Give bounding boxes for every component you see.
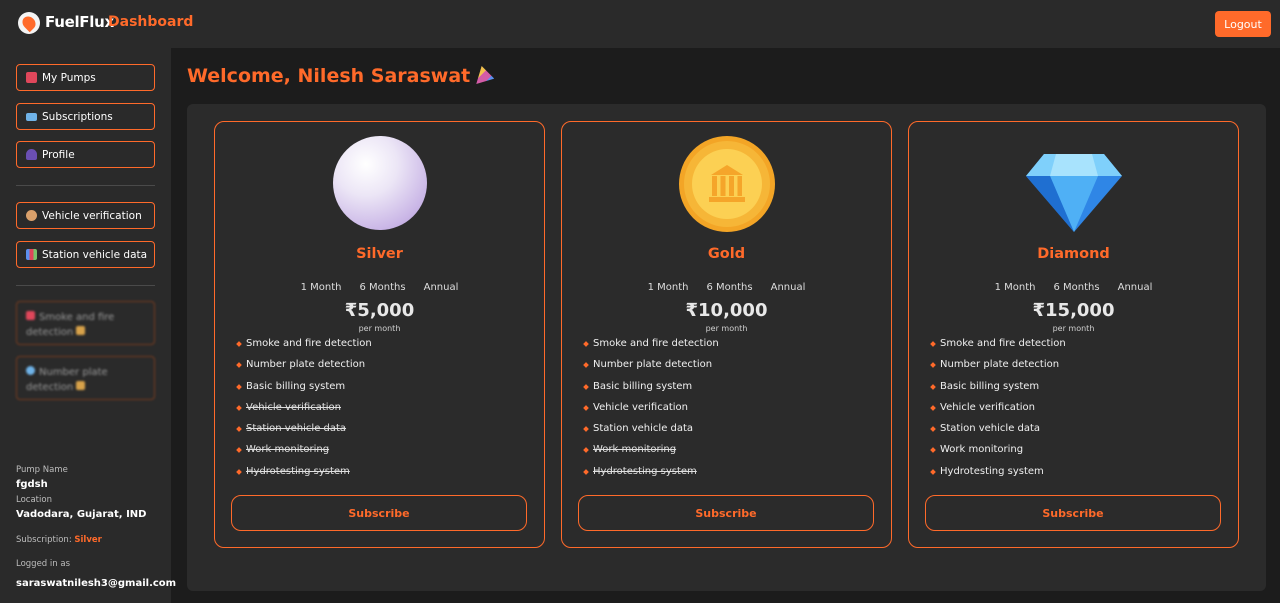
- plan-card-gold: Gold 1 Month 6 Months Annual ₹10,000 per…: [561, 121, 892, 548]
- location-label: Location: [16, 495, 52, 505]
- sidebar-item-vehicle-verification[interactable]: Vehicle verification: [16, 202, 155, 229]
- pearl-icon: [332, 136, 428, 232]
- period-1-month[interactable]: 1 Month: [995, 282, 1036, 293]
- period-annual[interactable]: Annual: [771, 282, 806, 293]
- diamond-icon: [1026, 136, 1122, 232]
- feature-item-excluded: Work monitoring: [584, 443, 719, 464]
- plan-card-diamond: Diamond 1 Month 6 Months Annual ₹15,000 …: [908, 121, 1239, 548]
- feature-item: Station vehicle data: [931, 422, 1066, 443]
- person-icon: [26, 149, 37, 160]
- price-period-label: per month: [358, 324, 401, 333]
- price-period-label: per month: [705, 324, 748, 333]
- logout-button[interactable]: Logout: [1215, 11, 1271, 37]
- sidebar-item-label: Number plate detection: [26, 367, 108, 393]
- feature-item: Vehicle verification: [931, 401, 1066, 422]
- period-annual[interactable]: Annual: [424, 282, 459, 293]
- plan-name: Gold: [707, 246, 746, 262]
- feature-item: Smoke and fire detection: [584, 337, 719, 358]
- feature-item: Basic billing system: [584, 380, 719, 401]
- top-bar: FuelFlux Dashboard Logout: [0, 0, 1280, 48]
- period-6-months[interactable]: 6 Months: [1054, 282, 1100, 293]
- period-1-month[interactable]: 1 Month: [648, 282, 689, 293]
- sidebar-item-smoke-fire-detection-locked[interactable]: Smoke and fire detection: [16, 301, 155, 345]
- feature-list: Smoke and fire detection Number plate de…: [237, 337, 372, 486]
- page-title: Welcome, Nilesh Saraswat: [187, 65, 495, 87]
- subscription-info: Subscription: Silver: [16, 535, 102, 545]
- feature-item-excluded: Station vehicle data: [237, 422, 372, 443]
- fuelflux-logo-icon: [18, 12, 40, 34]
- sidebar-item-station-vehicle-data[interactable]: Station vehicle data: [16, 241, 155, 268]
- location-value: Vadodara, Gujarat, IND: [16, 509, 147, 520]
- page-section-title: Dashboard: [108, 14, 194, 30]
- magnifier-icon: [26, 366, 35, 375]
- gold-coin-bank-icon: [679, 136, 775, 232]
- pump-name-label: Pump Name: [16, 465, 68, 475]
- billing-period-selector: 1 Month 6 Months Annual: [215, 282, 544, 293]
- period-6-months[interactable]: 6 Months: [360, 282, 406, 293]
- feature-item-excluded: Hydrotesting system: [237, 465, 372, 486]
- party-popper-icon: [476, 66, 495, 84]
- period-annual[interactable]: Annual: [1118, 282, 1153, 293]
- feature-item: Vehicle verification: [584, 401, 719, 422]
- subscribe-gold-button[interactable]: Subscribe: [578, 495, 874, 531]
- feature-item-excluded: Hydrotesting system: [584, 465, 719, 486]
- period-1-month[interactable]: 1 Month: [301, 282, 342, 293]
- brand-name: FuelFlux: [45, 13, 114, 31]
- user-email: saraswatnilesh3@gmail.com: [16, 578, 177, 589]
- plan-card-silver: Silver 1 Month 6 Months Annual ₹5,000 pe…: [214, 121, 545, 548]
- feature-item: Number plate detection: [584, 358, 719, 379]
- feature-item: Smoke and fire detection: [931, 337, 1066, 358]
- credit-card-icon: [26, 112, 37, 121]
- feature-item: Hydrotesting system: [931, 465, 1066, 486]
- feature-item: Number plate detection: [931, 358, 1066, 379]
- feature-item: Number plate detection: [237, 358, 372, 379]
- sidebar-item-label: Station vehicle data: [42, 248, 148, 261]
- sidebar-item-my-pumps[interactable]: My Pumps: [16, 64, 155, 91]
- plan-price: ₹5,000: [344, 300, 415, 321]
- sidebar-item-label: Subscriptions: [42, 110, 113, 123]
- period-6-months[interactable]: 6 Months: [707, 282, 753, 293]
- sidebar-item-label: Smoke and fire detection: [26, 312, 115, 338]
- subscribe-silver-button[interactable]: Subscribe: [231, 495, 527, 531]
- subscription-label: Subscription:: [16, 535, 72, 545]
- plan-price: ₹15,000: [1032, 300, 1115, 321]
- fuel-pump-icon: [26, 72, 37, 83]
- sidebar-item-label: My Pumps: [42, 71, 96, 84]
- plan-price: ₹10,000: [685, 300, 768, 321]
- plan-name: Silver: [356, 246, 403, 262]
- price-period-label: per month: [1052, 324, 1095, 333]
- sidebar-item-profile[interactable]: Profile: [16, 141, 155, 168]
- feature-item: Station vehicle data: [584, 422, 719, 443]
- feature-item-excluded: Vehicle verification: [237, 401, 372, 422]
- feature-item: Basic billing system: [237, 380, 372, 401]
- feature-item: Work monitoring: [931, 443, 1066, 464]
- sidebar-item-number-plate-detection-locked[interactable]: Number plate detection: [16, 356, 155, 400]
- pump-name-value: fgdsh: [16, 479, 48, 490]
- lock-icon: [76, 326, 86, 335]
- feature-list: Smoke and fire detection Number plate de…: [584, 337, 719, 486]
- logged-in-label: Logged in as: [16, 559, 70, 569]
- subscription-value: Silver: [74, 535, 102, 545]
- billing-period-selector: 1 Month 6 Months Annual: [562, 282, 891, 293]
- sidebar-item-subscriptions[interactable]: Subscriptions: [16, 103, 155, 130]
- feature-item: Smoke and fire detection: [237, 337, 372, 358]
- lock-icon: [76, 381, 86, 390]
- police-officer-icon: [26, 210, 37, 221]
- plan-name: Diamond: [1037, 246, 1110, 262]
- subscribe-diamond-button[interactable]: Subscribe: [925, 495, 1221, 531]
- welcome-text: Welcome, Nilesh Saraswat: [187, 65, 471, 87]
- sidebar-divider: [16, 285, 155, 286]
- feature-item: Basic billing system: [931, 380, 1066, 401]
- sidebar: My Pumps Subscriptions Profile Vehicle v…: [0, 48, 176, 603]
- sidebar-item-label: Profile: [42, 148, 75, 161]
- sidebar-divider: [16, 185, 155, 186]
- billing-period-selector: 1 Month 6 Months Annual: [909, 282, 1238, 293]
- sidebar-item-label: Vehicle verification: [42, 209, 142, 222]
- feature-item-excluded: Work monitoring: [237, 443, 372, 464]
- feature-list: Smoke and fire detection Number plate de…: [931, 337, 1066, 486]
- bar-chart-icon: [26, 249, 37, 260]
- siren-icon: [26, 311, 35, 320]
